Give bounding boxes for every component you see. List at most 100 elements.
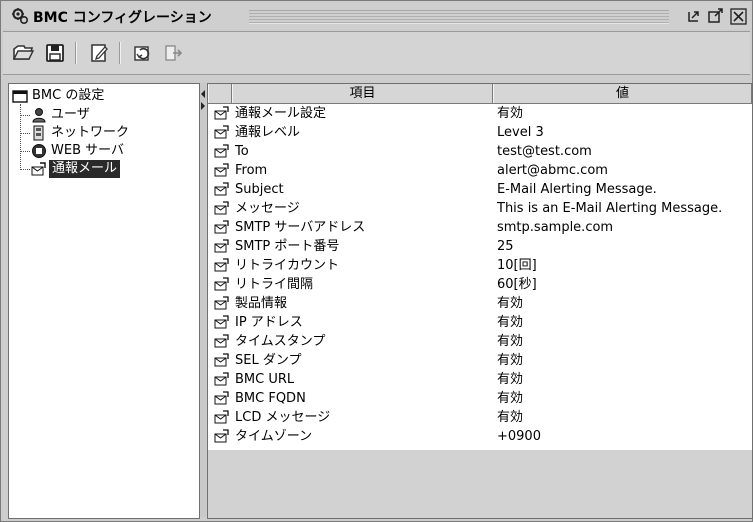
header-icon-column [208, 84, 232, 103]
network-icon [33, 125, 44, 141]
tree-connector [20, 115, 30, 116]
edit-icon[interactable] [87, 41, 111, 65]
table-header: 項目 値 [208, 84, 752, 104]
mail-setting-icon [214, 429, 230, 443]
cell-item: IP アドレス [235, 315, 303, 330]
cell-value: 有効 [497, 391, 524, 406]
cell-item: To [235, 144, 249, 159]
cell-item: SEL ダンプ [235, 353, 302, 368]
table-row[interactable]: SEL ダンプ 有効 [208, 351, 752, 370]
table-row[interactable]: リトライ間隔 60[秒] [208, 275, 752, 294]
cell-value: 有効 [497, 315, 524, 330]
save-icon[interactable] [43, 41, 67, 65]
cell-item: タイムスタンプ [235, 334, 326, 349]
mail-setting-icon [214, 163, 230, 177]
cell-value: 有効 [497, 334, 524, 349]
toolbar [3, 31, 750, 75]
cell-value: 有効 [497, 410, 524, 425]
table-row[interactable]: Subject E-Mail Alerting Message. [208, 180, 752, 199]
table-row[interactable]: IP アドレス 有効 [208, 313, 752, 332]
table-row[interactable]: 通報メール設定 有効 [208, 104, 752, 123]
cell-item: 通報メール設定 [235, 106, 327, 121]
cell-value: 有効 [497, 372, 524, 387]
cell-item: Subject [235, 182, 284, 197]
cell-item: リトライ間隔 [235, 277, 314, 292]
cell-item: リトライカウント [235, 258, 340, 273]
table-empty-area [208, 450, 752, 518]
cell-value: +0900 [497, 429, 541, 444]
header-item[interactable]: 項目 [232, 84, 493, 103]
cell-value: 有効 [497, 296, 524, 311]
cell-value: smtp.sample.com [497, 220, 614, 235]
tree-item-label: WEB サーバ [51, 143, 124, 158]
header-value[interactable]: 値 [493, 84, 752, 103]
tree-item-label-selected: 通報メール [49, 160, 121, 178]
table-row[interactable]: 通報レベル Level 3 [208, 123, 752, 142]
cell-item: BMC URL [235, 372, 295, 387]
cell-item: 通報レベル [235, 125, 301, 140]
mail-setting-icon [214, 258, 230, 272]
table-row[interactable]: To test@test.com [208, 142, 752, 161]
export-icon[interactable] [161, 41, 185, 65]
cell-value: E-Mail Alerting Message. [497, 182, 657, 197]
table-row[interactable]: タイムスタンプ 有効 [208, 332, 752, 351]
table-row[interactable]: From alert@abmc.com [208, 161, 752, 180]
mail-setting-icon [214, 296, 230, 310]
mail-setting-icon [214, 353, 230, 367]
tree-connector [20, 133, 30, 134]
table-row[interactable]: リトライカウント 10[回] [208, 256, 752, 275]
toolbar-separator [75, 42, 77, 64]
cell-item: タイムゾーン [235, 429, 313, 444]
tree-item-label: ユーザ [51, 107, 90, 122]
mail-setting-icon [214, 315, 230, 329]
mail-setting-icon [214, 410, 230, 424]
mail-icon [31, 162, 46, 176]
app-window: BMC コンフィグレーション BMC の設定 ユーザ ネットワーク WEB サー… [0, 0, 753, 522]
refresh-icon[interactable] [131, 41, 155, 65]
table-body: 通報メール設定 有効 通報レベル Level 3 To test@test.com From… [208, 104, 752, 450]
table-row[interactable]: タイムゾーン +0900 [208, 427, 752, 446]
mail-setting-icon [214, 334, 230, 348]
table-row[interactable]: BMC URL 有効 [208, 370, 752, 389]
maximize-icon[interactable] [707, 8, 724, 25]
cell-value: 有効 [497, 353, 524, 368]
table-row[interactable]: 製品情報 有効 [208, 294, 752, 313]
cell-value: 60[秒] [497, 277, 537, 292]
table-row[interactable]: BMC FQDN 有効 [208, 389, 752, 408]
title-bar-stripes [249, 10, 669, 24]
table-row[interactable]: LCD メッセージ 有効 [208, 408, 752, 427]
mail-setting-icon [214, 106, 230, 120]
tree-connector [20, 104, 21, 168]
cell-value: 有効 [497, 106, 524, 121]
tree-connector [20, 169, 30, 170]
pane-splitter[interactable] [200, 83, 206, 517]
cell-item: メッセージ [235, 201, 300, 216]
cell-value: This is an E-Mail Alerting Message. [497, 201, 723, 216]
open-icon[interactable] [11, 41, 35, 65]
property-table: 項目 値 通報メール設定 有効 通報レベル Level 3 To test@test.co… [207, 83, 753, 519]
settings-tree: BMC の設定 ユーザ ネットワーク WEB サーバ 通報メール [8, 83, 200, 519]
table-row[interactable]: SMTP ポート番号 25 [208, 237, 752, 256]
tree-item-label: ネットワーク [51, 125, 130, 140]
cell-value: Level 3 [497, 125, 544, 140]
splitter-arrows-icon [201, 90, 205, 110]
cell-item: BMC FQDN [235, 391, 306, 406]
mail-setting-icon [214, 201, 230, 215]
table-row[interactable]: SMTP サーバアドレス smtp.sample.com [208, 218, 752, 237]
table-row[interactable]: メッセージ This is an E-Mail Alerting Message. [208, 199, 752, 218]
mail-setting-icon [214, 220, 230, 234]
cell-value: 10[回] [497, 258, 537, 273]
mail-setting-icon [214, 144, 230, 158]
cell-item: 製品情報 [235, 296, 288, 311]
cell-item: LCD メッセージ [235, 410, 331, 425]
folder-icon [12, 90, 28, 103]
mail-setting-icon [214, 125, 230, 139]
window-title: BMC コンフィグレーション [33, 10, 212, 26]
toolbar-separator [119, 42, 121, 64]
mail-setting-icon [214, 372, 230, 386]
mail-setting-icon [214, 182, 230, 196]
cell-item: SMTP ポート番号 [235, 239, 340, 254]
minimize-icon[interactable] [686, 8, 703, 25]
cell-value: alert@abmc.com [497, 163, 608, 178]
close-icon[interactable] [730, 8, 747, 25]
